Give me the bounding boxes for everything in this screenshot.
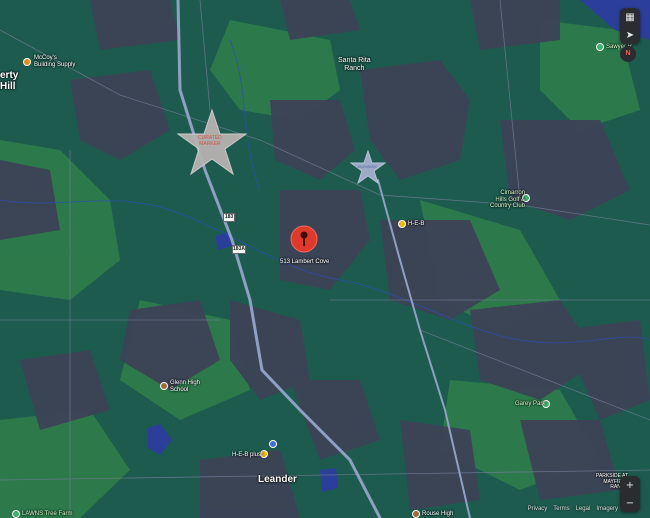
zoom-out-button[interactable]: −	[620, 494, 640, 512]
map-icon[interactable]: ▦	[620, 8, 640, 26]
small-star-label: LANDMARK	[355, 164, 378, 169]
pin-address-label[interactable]: 513 Lambert Cove	[280, 259, 329, 266]
store-icon[interactable]	[23, 58, 31, 66]
terms-link[interactable]: Terms	[553, 506, 569, 512]
poi-cimarron-label[interactable]: Cimarron Hills Golf & Country Club	[490, 190, 525, 210]
tree-icon[interactable]	[12, 510, 20, 518]
imagery-link[interactable]: Imagery	[596, 506, 618, 512]
zoom-in-button[interactable]: +	[620, 476, 640, 494]
poi-mccoys-label[interactable]: McCoy's Building Supply	[34, 55, 75, 68]
route-183-shield: 183	[223, 213, 235, 222]
poi-heb-plus-label[interactable]: H-E-B plus!	[232, 452, 263, 459]
large-star-label: CURATED MARKER	[198, 135, 222, 147]
attribution-bar: Privacy Terms Legal Imagery	[528, 506, 618, 512]
privacy-link[interactable]: Privacy	[528, 506, 548, 512]
legal-link[interactable]: Legal	[576, 506, 591, 512]
place-santa-rita-ranch: Santa Rita Ranch	[338, 57, 371, 72]
location-arrow-icon[interactable]: ➤	[620, 26, 640, 44]
grocery-icon[interactable]	[398, 220, 406, 228]
transit-icon[interactable]	[269, 440, 277, 448]
place-leander: Leander	[258, 474, 297, 485]
poi-glenn-label[interactable]: Glenn High School	[170, 380, 200, 393]
place-liberty-hill: erty Hill	[0, 70, 19, 92]
poi-garey-park-label[interactable]: Garey Park	[515, 401, 545, 408]
poi-rouse-label[interactable]: Rouse High	[422, 511, 453, 518]
compass-icon[interactable]: N	[620, 46, 636, 62]
school-icon[interactable]	[412, 510, 420, 518]
poi-lawns-label[interactable]: LAWNS Tree Farm	[22, 511, 72, 518]
park-icon[interactable]	[596, 43, 604, 51]
route-183a-shield: 183A	[232, 245, 246, 254]
map-canvas[interactable]: erty Hill Santa Rita Ranch Leander PARKSID…	[0, 0, 650, 518]
poi-heb-label[interactable]: H-E-B	[408, 221, 424, 228]
school-icon[interactable]	[160, 382, 168, 390]
location-pin-icon[interactable]	[290, 225, 318, 253]
zoom-controls: + −	[620, 476, 640, 512]
map-controls-top: ▦ ➤	[620, 8, 640, 44]
